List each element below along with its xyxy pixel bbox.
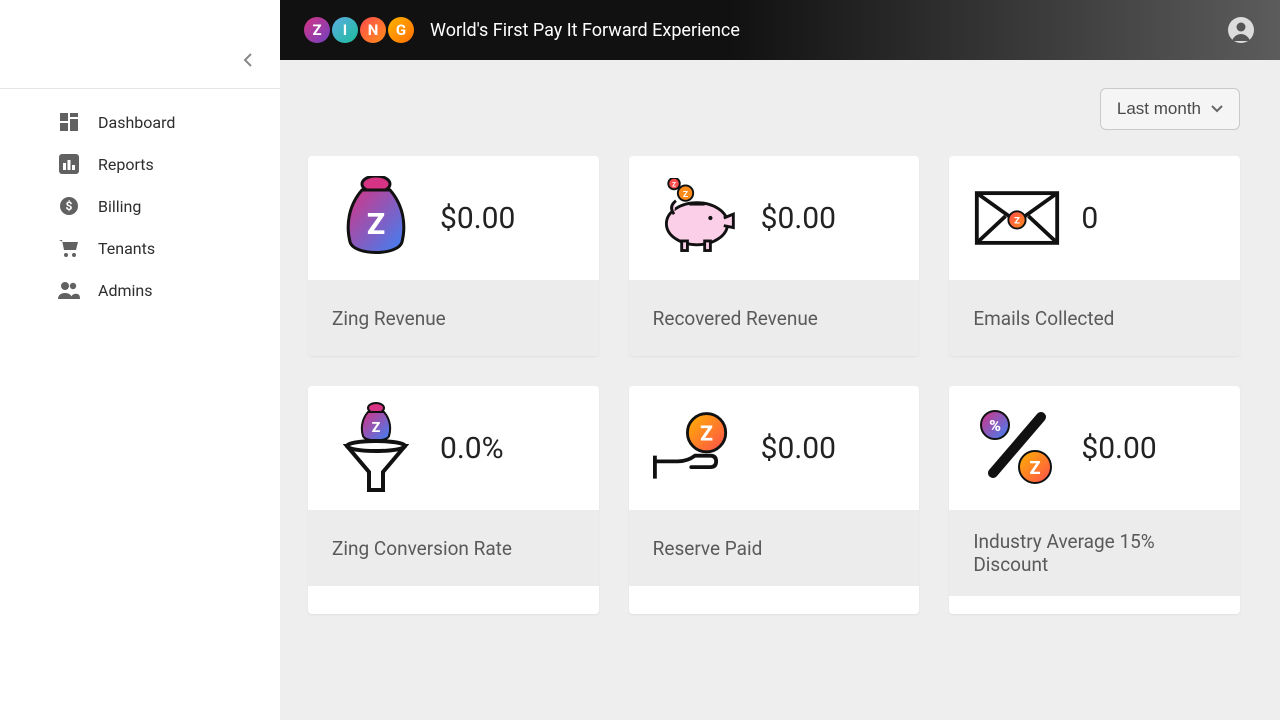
- svg-text:Z: Z: [700, 421, 713, 446]
- sidebar-item-label: Reports: [98, 155, 154, 174]
- metric-label: Zing Revenue: [332, 307, 446, 330]
- chevron-left-icon: [243, 53, 253, 67]
- svg-text:Z: Z: [1030, 458, 1041, 479]
- metric-cards-grid: Z $0.00 Zing Revenue: [308, 156, 1240, 614]
- sidebar-item-label: Billing: [98, 197, 141, 216]
- svg-text:%: %: [989, 416, 1001, 435]
- dollar-circle-icon: $: [58, 195, 80, 217]
- sidebar-item-tenants[interactable]: Tenants: [0, 227, 280, 269]
- metric-value: $0.00: [761, 201, 836, 236]
- svg-text:Z: Z: [367, 207, 385, 242]
- metric-label: Reserve Paid: [653, 537, 763, 560]
- metric-label: Zing Conversion Rate: [332, 537, 512, 560]
- brand-tagline: World's First Pay It Forward Experience: [430, 20, 740, 41]
- metric-label: Emails Collected: [973, 307, 1114, 330]
- card-zing-revenue: Z $0.00 Zing Revenue: [308, 156, 599, 356]
- card-zing-conversion-rate: Z 0.0% Zing Conversion Rate: [308, 386, 599, 614]
- date-range-dropdown[interactable]: Last month: [1100, 88, 1240, 130]
- card-reserve-paid: Z $0.00 Reserve Paid: [629, 386, 920, 614]
- bar-chart-icon: [58, 153, 80, 175]
- metric-value: $0.00: [1081, 431, 1156, 466]
- sidebar-item-admins[interactable]: Admins: [0, 269, 280, 311]
- logo-letter-n: N: [360, 17, 386, 43]
- svg-text:Z: Z: [372, 420, 381, 436]
- svg-text:Z: Z: [672, 180, 676, 188]
- percent-discount-icon: % Z: [973, 404, 1061, 492]
- metric-value: $0.00: [761, 431, 836, 466]
- piggy-bank-icon: Z Z: [653, 174, 741, 262]
- card-emails-collected: Z 0 Emails Collected: [949, 156, 1240, 356]
- svg-text:$: $: [66, 199, 73, 213]
- sidebar-item-dashboard[interactable]: Dashboard: [0, 101, 280, 143]
- brand-logo: Z I N G: [304, 17, 414, 43]
- card-recovered-revenue: Z Z $0.00 Recovered Revenue: [629, 156, 920, 356]
- caret-down-icon: [1211, 105, 1223, 113]
- metric-value: 0.0%: [440, 431, 504, 466]
- dashboard-content: Last month Z: [280, 60, 1280, 634]
- date-range-label: Last month: [1117, 99, 1201, 119]
- people-icon: [58, 279, 80, 301]
- sidebar: Dashboard Reports $ Billing Tenants: [0, 0, 280, 720]
- dashboard-icon: [58, 111, 80, 133]
- topbar: Z I N G World's First Pay It Forward Exp…: [280, 0, 1280, 60]
- account-button[interactable]: [1226, 15, 1256, 45]
- sidebar-item-reports[interactable]: Reports: [0, 143, 280, 185]
- cart-icon: [58, 237, 80, 259]
- account-circle-icon: [1227, 16, 1255, 44]
- main: Z I N G World's First Pay It Forward Exp…: [280, 0, 1280, 720]
- money-bag-icon: Z: [332, 174, 420, 262]
- sidebar-item-billing[interactable]: $ Billing: [0, 185, 280, 227]
- hand-coin-icon: Z: [653, 404, 741, 492]
- svg-text:Z: Z: [683, 190, 688, 200]
- logo-letter-i: I: [332, 17, 358, 43]
- logo-letter-g: G: [388, 17, 414, 43]
- metric-value: $0.00: [440, 201, 515, 236]
- metric-value: 0: [1081, 201, 1098, 236]
- svg-text:Z: Z: [1014, 216, 1020, 227]
- metric-label: Recovered Revenue: [653, 307, 818, 330]
- sidebar-item-label: Admins: [98, 281, 152, 300]
- logo-letter-z: Z: [304, 17, 330, 43]
- sidebar-item-label: Tenants: [98, 239, 155, 258]
- card-industry-average-discount: % Z $0.00 Industry Average 15% Dis: [949, 386, 1240, 614]
- funnel-icon: Z: [332, 404, 420, 492]
- envelope-icon: Z: [973, 174, 1061, 262]
- metric-label: Industry Average 15% Discount: [973, 530, 1216, 576]
- sidebar-nav: Dashboard Reports $ Billing Tenants: [0, 89, 280, 311]
- sidebar-item-label: Dashboard: [98, 113, 175, 132]
- sidebar-collapse-button[interactable]: [238, 50, 258, 70]
